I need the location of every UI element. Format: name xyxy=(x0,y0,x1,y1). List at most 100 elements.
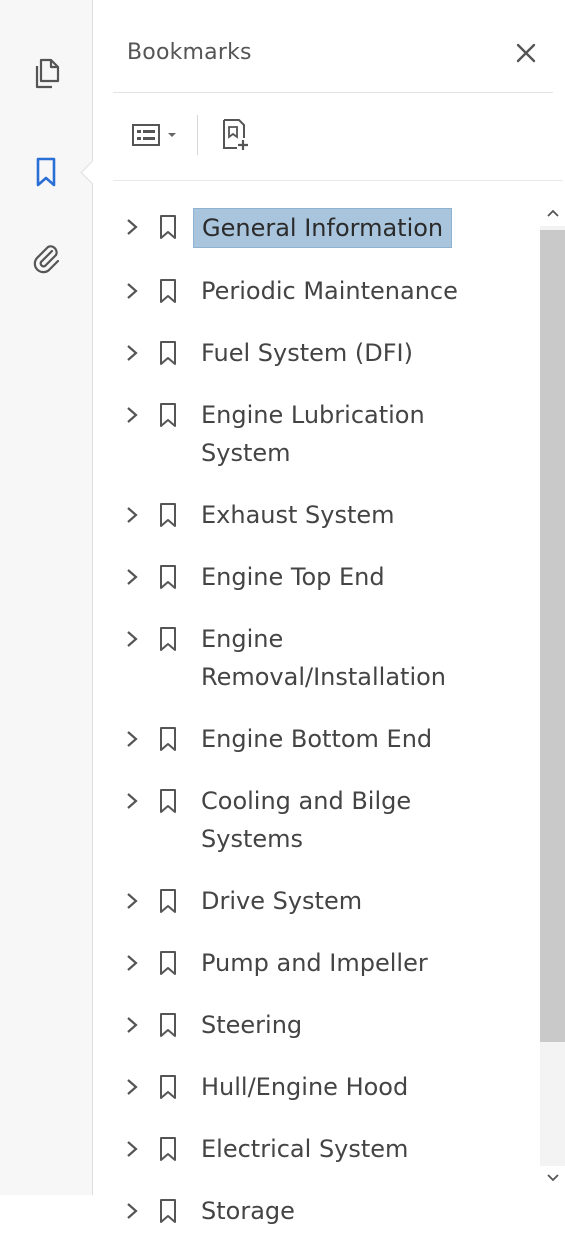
bookmark-icon xyxy=(160,1137,176,1161)
bookmark-label: Fuel System (DFI) xyxy=(201,339,413,367)
chevron-down-icon xyxy=(546,1174,559,1182)
expand-button[interactable] xyxy=(117,558,147,596)
bookmark-icon-cell xyxy=(153,1130,183,1168)
options-menu-button[interactable] xyxy=(121,113,187,157)
chevron-right-icon xyxy=(127,507,138,523)
chevron-right-icon xyxy=(127,569,138,585)
bookmark-item[interactable]: Engine Top End xyxy=(93,546,538,608)
list-options-icon xyxy=(132,124,160,146)
chevron-down-icon xyxy=(168,133,176,137)
expand-button[interactable] xyxy=(117,1068,147,1106)
close-button[interactable] xyxy=(511,38,541,68)
bookmark-item[interactable]: Electrical System xyxy=(93,1118,538,1180)
bookmark-item[interactable]: Engine Lubrication System xyxy=(93,384,538,484)
bookmark-item[interactable]: Pump and Impeller xyxy=(93,932,538,994)
bookmark-item[interactable]: Engine Removal/Installation xyxy=(93,608,538,708)
bookmark-label: Storage xyxy=(201,1197,295,1225)
expand-button[interactable] xyxy=(117,1006,147,1044)
bookmark-label: Engine Top End xyxy=(201,563,385,591)
scrollbar-thumb[interactable] xyxy=(540,230,565,1042)
bookmark-item[interactable]: Drive System xyxy=(93,870,538,932)
bookmark-item[interactable]: Hull/Engine Hood xyxy=(93,1056,538,1118)
chevron-right-icon xyxy=(127,1203,138,1219)
bookmark-label: Steering xyxy=(201,1011,303,1039)
bookmark-item[interactable]: Periodic Maintenance xyxy=(93,260,538,322)
bookmark-item[interactable]: Exhaust System xyxy=(93,484,538,546)
bookmark-icon xyxy=(160,727,176,751)
expand-button[interactable] xyxy=(117,272,147,310)
expand-button[interactable] xyxy=(117,720,147,758)
bookmark-icon-cell xyxy=(153,208,183,246)
attachments-button[interactable] xyxy=(24,237,68,281)
bookmark-icon-cell xyxy=(153,558,183,596)
chevron-right-icon xyxy=(127,219,138,235)
chevron-right-icon xyxy=(127,283,138,299)
bookmark-label: Pump and Impeller xyxy=(201,949,428,977)
scroll-down-button[interactable] xyxy=(540,1165,565,1191)
bookmark-icon-cell xyxy=(153,396,183,434)
add-bookmark-button[interactable] xyxy=(214,113,258,157)
scroll-up-button[interactable] xyxy=(540,200,565,226)
bookmark-label: Periodic Maintenance xyxy=(201,277,458,305)
bookmark-icon-cell xyxy=(153,782,183,820)
bookmark-label: Hull/Engine Hood xyxy=(201,1073,409,1101)
bookmark-item[interactable]: Cooling and Bilge Systems xyxy=(93,770,538,870)
bookmarks-button[interactable] xyxy=(24,150,68,194)
expand-button[interactable] xyxy=(117,1192,147,1230)
bookmark-item[interactable]: General Information xyxy=(93,196,538,260)
bookmark-icon xyxy=(160,627,176,651)
bookmark-icon-cell xyxy=(153,334,183,372)
bookmark-item[interactable]: Storage xyxy=(93,1180,538,1242)
bookmark-icon-cell xyxy=(153,720,183,758)
expand-button[interactable] xyxy=(117,882,147,920)
chevron-right-icon xyxy=(127,1079,138,1095)
new-bookmark-icon xyxy=(223,119,248,150)
chevron-right-icon xyxy=(127,731,138,747)
bookmark-icon-cell xyxy=(153,496,183,534)
expand-button[interactable] xyxy=(117,944,147,982)
expand-button[interactable] xyxy=(117,496,147,534)
bookmark-icon-cell xyxy=(153,1006,183,1044)
chevron-right-icon xyxy=(127,893,138,909)
chevron-right-icon xyxy=(127,793,138,809)
expand-button[interactable] xyxy=(117,782,147,820)
bookmark-icon xyxy=(160,1075,176,1099)
expand-button[interactable] xyxy=(117,1130,147,1168)
chevron-right-icon xyxy=(127,631,138,647)
bookmark-icon xyxy=(160,403,176,427)
bookmark-item[interactable]: Engine Bottom End xyxy=(93,708,538,770)
bookmark-label: Cooling and Bilge Systems xyxy=(201,787,412,853)
bookmark-icon-cell xyxy=(153,944,183,982)
bookmark-icon xyxy=(160,889,176,913)
bookmark-icon xyxy=(160,279,176,303)
bookmark-icon-cell xyxy=(153,1068,183,1106)
close-icon xyxy=(516,43,536,63)
bookmark-icon xyxy=(160,1013,176,1037)
expand-button[interactable] xyxy=(117,396,147,434)
chevron-up-icon xyxy=(546,209,559,217)
expand-button[interactable] xyxy=(117,620,147,658)
expand-button[interactable] xyxy=(117,334,147,372)
page-thumbnails-button[interactable] xyxy=(24,52,68,96)
bookmark-icon xyxy=(160,1199,176,1223)
expand-button[interactable] xyxy=(117,208,147,246)
bookmark-label: Drive System xyxy=(201,887,363,915)
chevron-right-icon xyxy=(127,407,138,423)
toolbar-divider-line xyxy=(113,180,563,181)
bookmark-item[interactable]: Steering xyxy=(93,994,538,1056)
bookmark-icon xyxy=(160,503,176,527)
bookmark-icon-cell xyxy=(153,1192,183,1230)
bookmark-icon-cell xyxy=(153,620,183,658)
bookmark-icon xyxy=(160,565,176,589)
bookmark-label: Electrical System xyxy=(201,1135,409,1163)
chevron-right-icon xyxy=(127,1017,138,1033)
bookmark-label: Engine Removal/Installation xyxy=(201,625,447,691)
bookmark-icon-cell xyxy=(153,882,183,920)
navigation-rail xyxy=(0,0,93,1195)
bookmark-label: General Information xyxy=(193,208,453,248)
bookmark-label: Engine Lubrication System xyxy=(201,401,425,467)
bookmarks-toolbar xyxy=(121,110,258,160)
bookmark-item[interactable]: Fuel System (DFI) xyxy=(93,322,538,384)
header-divider xyxy=(113,92,553,93)
bookmark-icon xyxy=(160,341,176,365)
